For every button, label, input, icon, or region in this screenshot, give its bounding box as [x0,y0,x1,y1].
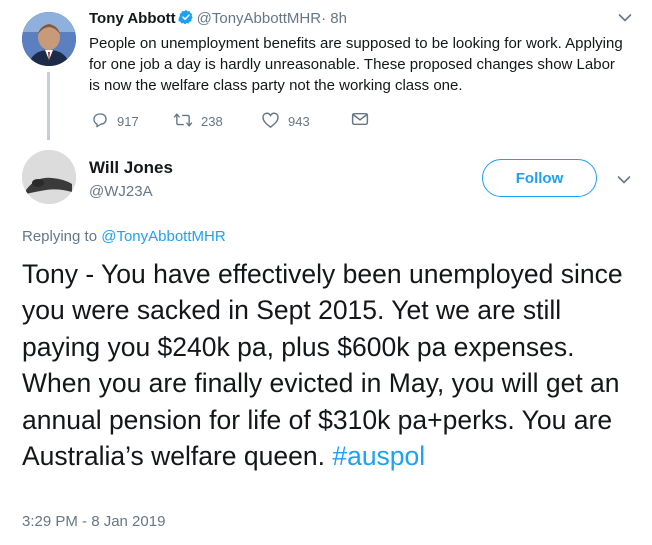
reply-avatar[interactable] [22,150,76,204]
parent-avatar[interactable] [22,12,76,66]
reply-action[interactable]: 917 [91,111,139,132]
chevron-down-icon[interactable] [617,172,631,190]
parent-tweet-time[interactable]: · 8h [321,10,347,27]
parent-author-name[interactable]: Tony Abbott [89,10,176,27]
heart-icon [261,111,280,132]
hashtag-link[interactable]: #auspol [332,441,425,471]
parent-tweet-header: Tony Abbott @TonyAbbottMHR· 8h [89,9,347,30]
parent-tweet-text: People on unemployment benefits are supp… [89,35,623,94]
reply-count: 917 [117,114,139,129]
chevron-down-icon[interactable] [618,10,632,28]
retweet-count: 238 [201,114,223,129]
reply-tweet-text: Tony - You have effectively been unemplo… [22,256,637,474]
follow-button[interactable]: Follow [482,159,597,197]
reply-timestamp[interactable]: 3:29 PM - 8 Jan 2019 [22,513,165,530]
avatar-photo [22,150,76,204]
reply-author-name[interactable]: Will Jones [89,158,173,178]
verified-badge-icon [178,9,194,30]
reply-author-handle[interactable]: @WJ23A [89,183,153,200]
thread-connector-line [47,72,50,140]
retweet-icon [173,111,193,132]
avatar-photo [22,12,76,66]
reply-icon [91,111,109,132]
replying-to-label: Replying to [22,228,98,245]
envelope-icon [351,111,369,130]
reply-tweet-body: Tony - You have effectively been unemplo… [22,259,623,472]
like-count: 943 [288,114,310,129]
replying-to-mention-link[interactable]: @TonyAbbottMHR [101,228,225,245]
like-action[interactable]: 943 [261,111,310,132]
message-action[interactable] [351,111,369,130]
retweet-action[interactable]: 238 [173,111,223,132]
replying-to-line: Replying to @TonyAbbottMHR [22,228,226,245]
parent-author-handle[interactable]: @TonyAbbottMHR [197,10,321,27]
